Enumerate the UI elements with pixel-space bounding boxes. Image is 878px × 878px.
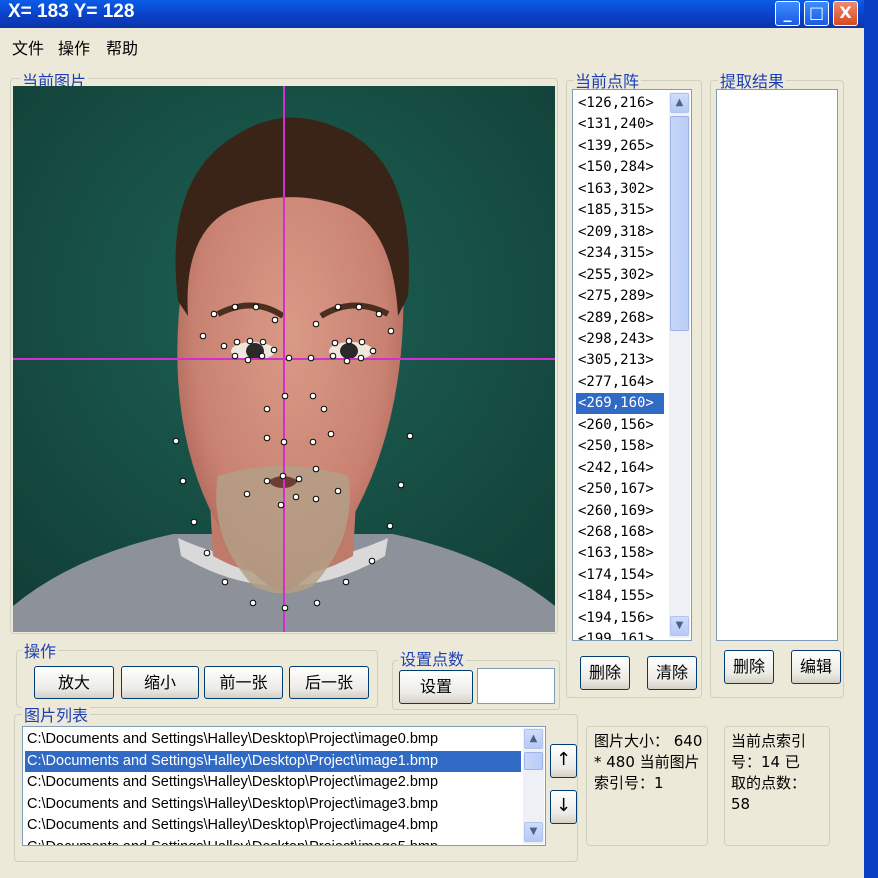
point-item[interactable]: <174,154> — [576, 565, 656, 586]
window-border — [864, 28, 878, 878]
results-listbox[interactable] — [716, 89, 838, 641]
points-clear-button[interactable]: 清除 — [647, 656, 697, 690]
file-scroll-down-arrow-icon[interactable]: ▼ — [524, 822, 543, 842]
point-item[interactable]: <260,156> — [576, 415, 656, 436]
point-item[interactable]: <298,243> — [576, 329, 656, 350]
point-item[interactable]: <185,315> — [576, 200, 656, 221]
file-item[interactable]: C:\Documents and Settings\Halley\Desktop… — [25, 729, 521, 750]
point-item[interactable]: <275,289> — [576, 286, 656, 307]
point-item[interactable]: <250,158> — [576, 436, 656, 457]
point-item[interactable]: <277,164> — [576, 372, 656, 393]
point-index-text-2: 号：14 已 — [731, 753, 800, 771]
maximize-button[interactable]: □ — [804, 1, 829, 26]
menu-help[interactable]: 帮助 — [106, 35, 138, 59]
zoom-out-button[interactable]: 缩小 — [121, 666, 199, 699]
points-delete-button[interactable]: 删除 — [580, 656, 630, 690]
point-item[interactable]: <305,213> — [576, 350, 656, 371]
scroll-down-arrow-icon[interactable]: ▼ — [670, 616, 689, 636]
point-count-label: 取的点数： — [731, 774, 807, 792]
file-list-group-label: 图片列表 — [22, 702, 91, 726]
image-size-text: 图片大小： 640 — [594, 732, 703, 750]
previous-image-button[interactable]: 前一张 — [204, 666, 283, 699]
file-scroll-up-arrow-icon[interactable]: ▲ — [524, 729, 543, 749]
point-item[interactable]: <163,158> — [576, 543, 656, 564]
operations-group-label: 操作 — [22, 638, 59, 662]
point-item[interactable]: <268,168> — [576, 522, 656, 543]
menu-file[interactable]: 文件 — [12, 35, 44, 59]
point-item[interactable]: <194,156> — [576, 608, 656, 629]
move-down-button[interactable]: ↓ — [550, 790, 577, 824]
file-item[interactable]: C:\Documents and Settings\Halley\Desktop… — [25, 815, 521, 836]
points-scrollbar[interactable]: ▲ ▼ — [669, 92, 690, 638]
set-count-group-label: 设置点数 — [398, 646, 467, 670]
point-item[interactable]: <199,161> — [576, 629, 656, 640]
zoom-in-button[interactable]: 放大 — [34, 666, 114, 699]
points-listbox[interactable]: <126,216> <131,240> <139,265> <150,284> <163… — [572, 89, 692, 641]
point-count-input[interactable] — [477, 668, 555, 704]
results-edit-button[interactable]: 编辑 — [791, 650, 841, 684]
point-item[interactable]: <269,160> — [576, 393, 664, 415]
point-item[interactable]: <163,302> — [576, 179, 656, 200]
face-image[interactable] — [13, 86, 555, 632]
menu-operate[interactable]: 操作 — [58, 35, 90, 59]
point-item[interactable]: <289,268> — [576, 308, 656, 329]
set-count-button[interactable]: 设置 — [399, 670, 473, 704]
next-image-button[interactable]: 后一张 — [289, 666, 369, 699]
point-item[interactable]: <234,315> — [576, 243, 656, 264]
file-item[interactable]: C:\Documents and Settings\Halley\Desktop… — [25, 772, 521, 793]
file-item[interactable]: C:\Documents and Settings\Halley\Desktop… — [25, 750, 521, 772]
scroll-up-arrow-icon[interactable]: ▲ — [670, 93, 689, 113]
file-item[interactable]: C:\Documents and Settings\Halley\Desktop… — [25, 837, 521, 846]
point-item[interactable]: <150,284> — [576, 157, 656, 178]
point-item[interactable]: <139,265> — [576, 136, 656, 157]
point-item[interactable]: <126,216> — [576, 93, 656, 114]
file-listbox[interactable]: C:\Documents and Settings\Halley\Desktop… — [22, 726, 546, 846]
window-title: X= 183 Y= 128 — [8, 1, 135, 22]
close-button[interactable]: X — [833, 1, 858, 26]
point-item[interactable]: <260,169> — [576, 501, 656, 522]
point-count-value: 58 — [731, 795, 751, 813]
point-item[interactable]: <255,302> — [576, 265, 656, 286]
move-up-button[interactable]: ↑ — [550, 744, 577, 778]
point-item[interactable]: <250,167> — [576, 479, 656, 500]
point-item[interactable]: <209,318> — [576, 222, 656, 243]
point-item[interactable]: <184,155> — [576, 586, 656, 607]
image-size-text-2: * 480 当前图片 — [594, 753, 700, 771]
point-item[interactable]: <242,164> — [576, 458, 656, 479]
file-scroll-thumb[interactable] — [524, 752, 543, 770]
results-delete-button[interactable]: 删除 — [724, 650, 774, 684]
point-index-text: 当前点索引 — [731, 732, 807, 750]
minimize-button[interactable]: _ — [775, 1, 800, 26]
file-item[interactable]: C:\Documents and Settings\Halley\Desktop… — [25, 794, 521, 815]
point-item[interactable]: <131,240> — [576, 114, 656, 135]
file-scrollbar[interactable]: ▲ ▼ — [523, 728, 544, 844]
scroll-thumb[interactable] — [670, 116, 689, 331]
image-index-text: 索引号：1 — [594, 774, 664, 792]
